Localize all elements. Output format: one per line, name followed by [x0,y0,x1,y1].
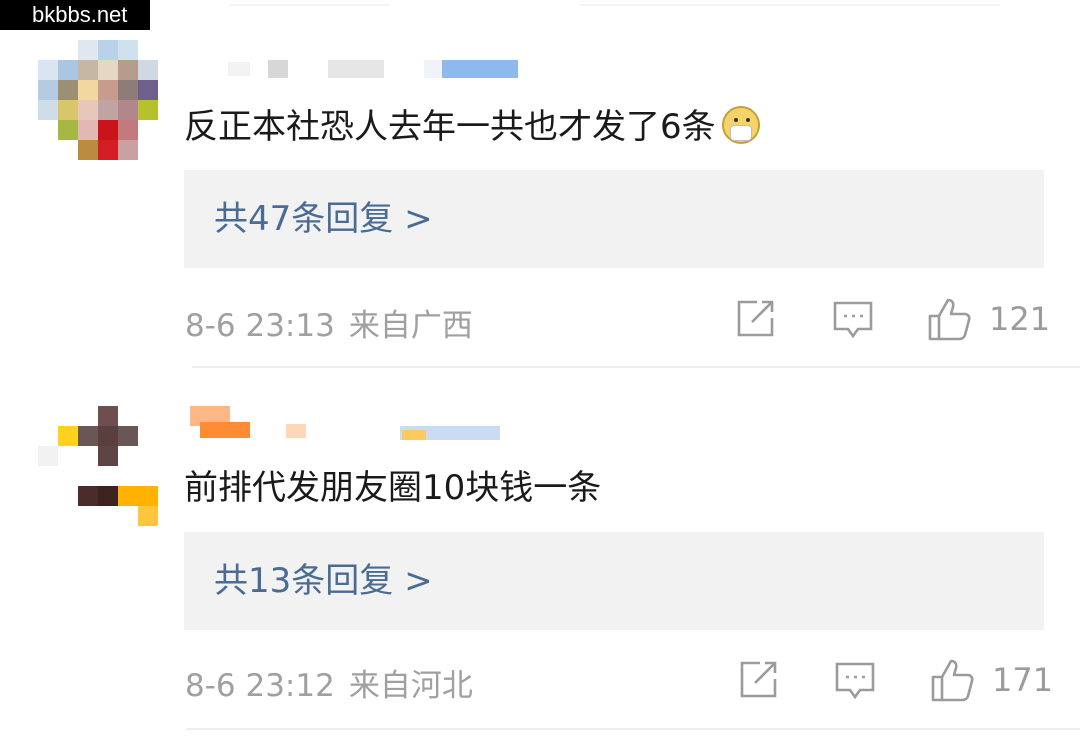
like-count: 171 [992,661,1054,699]
comment-date: 8-6 23:13 [185,308,335,344]
mask-face-icon [721,106,760,144]
replies-count-link[interactable]: 共47条回复 > [214,170,433,268]
comment-text: 反正本社恐人去年一共也才发了6条 [184,106,760,147]
replies-count-link[interactable]: 共13条回复 > [214,532,433,630]
comment-icon [832,300,874,340]
comment-button[interactable] [834,661,876,701]
view-replies-button[interactable]: 共13条回复 > [184,532,1044,630]
comment-meta: 8-6 23:13 来自广西 [185,300,473,345]
thumbs-up-icon [927,296,973,342]
avatar[interactable] [38,40,158,160]
comment-text: 前排代发朋友圈10块钱一条 [184,468,602,508]
thumbs-up-icon [930,657,976,703]
avatar[interactable] [38,406,158,526]
comment-meta: 8-6 23:12 来自河北 [185,660,473,705]
share-icon [738,660,778,700]
username[interactable] [228,58,528,80]
comment-button[interactable] [832,300,874,340]
like-button[interactable]: 171 [930,657,1053,703]
like-count: 121 [989,300,1051,338]
share-icon [735,299,775,339]
view-replies-button[interactable]: 共47条回复 > [184,170,1044,268]
divider [186,728,1080,730]
comment-icon [834,661,876,701]
share-button[interactable] [738,660,778,700]
comment-item: 反正本社恐人去年一共也才发了6条 共47条回复 > 8-6 23:13 来自广西 [0,0,1080,368]
comment-location: 来自河北 [348,668,473,704]
share-button[interactable] [735,299,775,339]
comment-feed: bkbbs.net 反正本社恐人去年一共也才发了6条 共47条回复 > 8-6 … [0,0,1080,740]
comment-date: 8-6 23:12 [185,668,335,704]
like-button[interactable]: 121 [927,296,1050,342]
comment-location: 来自广西 [348,308,473,344]
username[interactable] [190,406,510,442]
comment-item: 前排代发朋友圈10块钱一条 共13条回复 > 8-6 23:12 来自河北 17… [0,368,1080,740]
